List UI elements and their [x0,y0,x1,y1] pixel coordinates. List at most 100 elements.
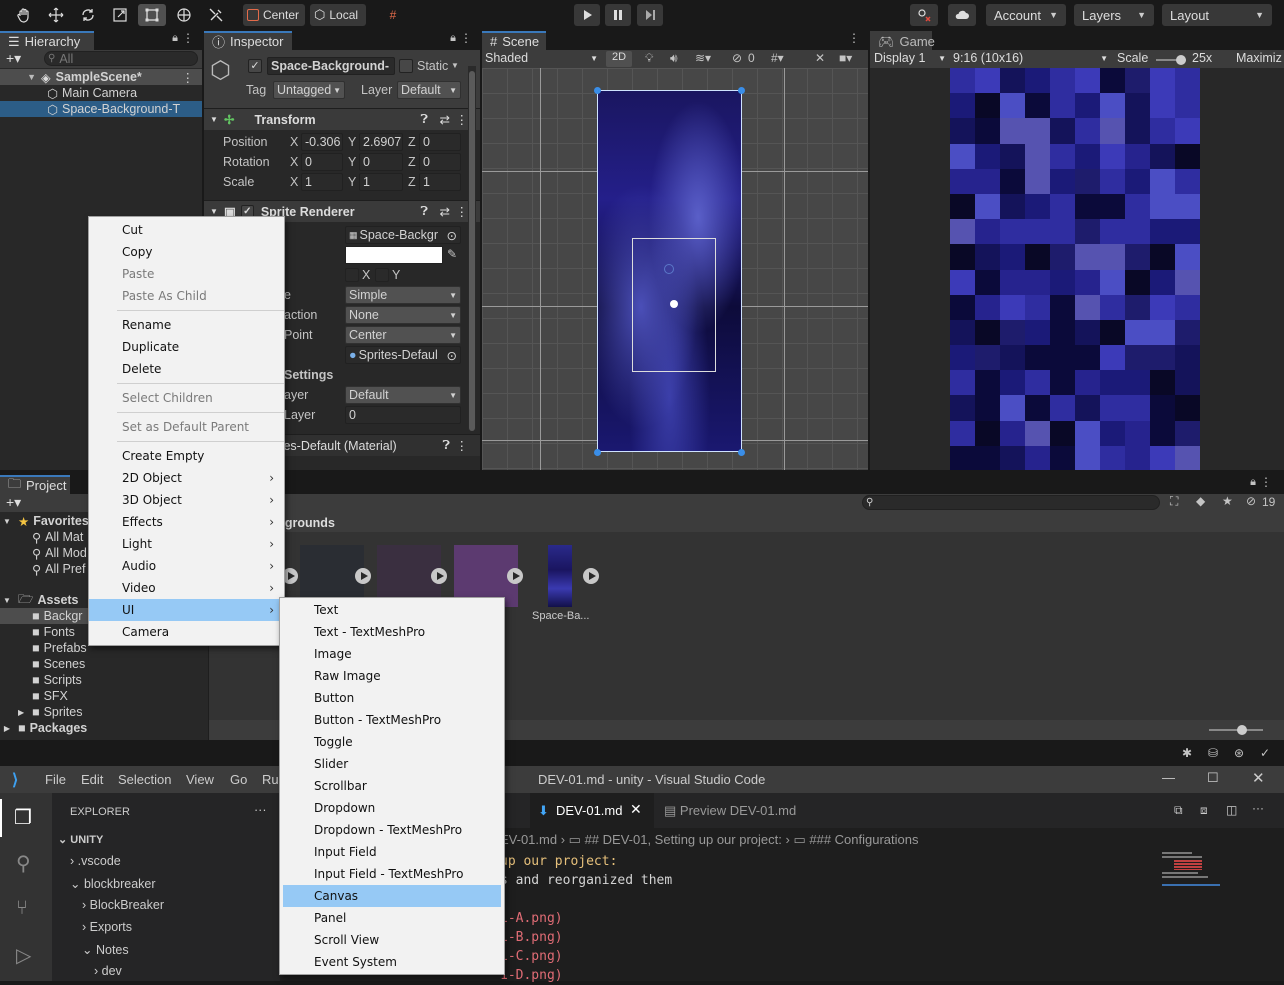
help-icon[interactable]: ❓︎ [420,204,428,219]
tab-game[interactable]: 🎮︎ Game [870,31,935,50]
filter-type-icon[interactable]: ⛶ [1170,494,1178,509]
context-menu-item-ui[interactable]: UI › [89,599,284,621]
ui-submenu-item-canvas[interactable]: Canvas [283,885,501,907]
tab-hierarchy[interactable]: ☰ Hierarchy [0,31,94,50]
debug-icon[interactable]: ✱ [1182,746,1192,760]
hierarchy-item-main-camera[interactable]: ⬡ Main Camera [0,85,202,101]
custom-tool-icon[interactable] [202,4,230,26]
breadcrumb-item[interactable]: EV-01.md [500,832,557,847]
kebab-menu-icon[interactable]: ⋮ [182,70,195,85]
breadcrumb-item[interactable]: ## DEV-01, Setting up our project: [585,832,782,847]
account-dropdown[interactable]: Account ▼ [986,4,1066,26]
game-viewport[interactable] [950,68,1200,470]
scale-x-field[interactable]: 1 [301,173,343,191]
maximize-toggle[interactable]: Maximiz [1236,51,1282,65]
kebab-menu-icon[interactable]: ⋮ [460,31,472,45]
resize-handle[interactable] [738,449,745,456]
lighting-icon[interactable]: 💡︎ [645,51,653,66]
ui-submenu-item-panel[interactable]: Panel [283,907,501,929]
more-actions-icon[interactable]: ··· [254,803,267,817]
ui-submenu-item-text[interactable]: Text [283,599,501,621]
hand-tool-icon[interactable] [10,4,38,26]
rotation-y-field[interactable]: 0 [359,153,403,171]
2d-toggle[interactable]: 2D [606,51,632,67]
flip-x-checkbox[interactable] [345,268,359,282]
ui-submenu-item-scrollbar[interactable]: Scrollbar [283,775,501,797]
cloud-icon[interactable] [948,4,976,26]
context-menu-item-rename[interactable]: Rename [89,314,284,336]
context-menu-item-audio[interactable]: Audio › [89,555,284,577]
scale-y-field[interactable]: 1 [359,173,403,191]
grid-snap-icon[interactable]: #▾ [771,51,784,65]
lock-icon[interactable]: 🔒︎ [172,32,178,45]
pivot-handle[interactable] [664,264,674,274]
play-preview-icon[interactable] [507,568,523,584]
play-preview-icon[interactable] [355,568,371,584]
transform-tool-icon[interactable] [170,4,198,26]
hidden-objects-icon[interactable]: ⊘ [732,51,742,65]
context-menu-item-duplicate[interactable]: Duplicate [89,336,284,358]
hierarchy-search-input[interactable]: ⚲ All [44,51,198,66]
aspect-dropdown[interactable]: 9:16 (10x16) ▼ [953,51,1108,65]
rect-tool-icon[interactable] [138,4,166,26]
grid-snap-icon[interactable]: # [380,4,406,26]
shading-dropdown[interactable]: Shaded ▼ [485,51,598,67]
scene-viewport[interactable] [482,68,868,470]
mask-interaction-dropdown[interactable]: None ▼ [345,306,461,324]
hidden-packages-icon[interactable]: ⊘ [1246,494,1256,508]
play-preview-icon[interactable] [431,568,447,584]
preview-side-icon[interactable]: ⧈ [1200,803,1208,818]
scrollbar-thumb[interactable] [469,71,475,431]
move-tool-icon[interactable] [42,4,70,26]
material-field[interactable]: ● Sprites-Defaul ⊙ [345,346,461,364]
breadcrumb-item[interactable]: ### Configurations [809,832,918,847]
ui-submenu-item-event-system[interactable]: Event System [283,951,501,973]
ui-submenu-item-image[interactable]: Image [283,643,501,665]
position-x-field[interactable]: -0.306 [301,133,343,151]
add-icon[interactable]: +▾ [6,50,21,67]
ui-submenu-item-scroll-view[interactable]: Scroll View [283,929,501,951]
folder-item[interactable]: ■ Scripts [0,672,208,688]
project-search-input[interactable]: ⚲ [862,495,1160,510]
run-debug-icon[interactable]: ▷ [16,943,31,968]
lock-icon[interactable]: 🔒︎ [450,32,456,45]
kebab-menu-icon[interactable]: ⋮ [456,438,469,453]
audio-icon[interactable]: 🔊︎ [670,51,678,66]
collab-icon[interactable] [910,4,938,26]
ui-submenu-item-raw-image[interactable]: Raw Image [283,665,501,687]
context-menu-item-3d-object[interactable]: 3D Object › [89,489,284,511]
context-menu-item-cut[interactable]: Cut [89,219,284,241]
preset-icon[interactable]: ⇄ [440,204,450,219]
ui-submenu-item-toggle[interactable]: Toggle [283,731,501,753]
pause-button[interactable] [605,4,631,26]
context-menu-item-copy[interactable]: Copy [89,241,284,263]
layer-dropdown[interactable]: Default ▼ [397,81,461,99]
ui-submenu-item-text-textmeshpro[interactable]: Text - TextMeshPro [283,621,501,643]
context-menu-item-camera[interactable]: Camera [89,621,284,643]
tab-dev-01[interactable]: ⬇ DEV-01.md ✕ [530,793,654,828]
layers-dropdown[interactable]: Layers ▼ [1074,4,1154,26]
preset-icon[interactable]: ⇄ [440,112,450,127]
zoom-slider[interactable] [1209,725,1263,735]
object-picker-icon[interactable]: ⊙ [447,228,457,243]
source-control-icon[interactable]: ⑂ [16,897,28,920]
minimize-icon[interactable]: — [1162,770,1175,785]
rotation-x-field[interactable]: 0 [301,153,343,171]
scene-row[interactable]: ▼ ◈ SampleScene* ⋮ [0,69,202,85]
code-editor[interactable]: up our project: s and reorganized them 1-A… [500,852,672,985]
hierarchy-item-space-background[interactable]: ⬡ Space-Background-T [0,101,202,117]
explorer-icon[interactable]: ❐ [14,805,32,830]
slider-thumb[interactable] [1176,55,1186,65]
menu-view[interactable]: View [186,772,214,787]
sprite-field[interactable]: ▦ Space-Backgr ⊙ [345,226,461,244]
database-icon[interactable]: ⛁ [1208,746,1218,760]
ui-submenu-item-input-field[interactable]: Input Field [283,841,501,863]
scale-z-field[interactable]: 1 [419,173,461,191]
help-icon[interactable]: ❓︎ [442,438,450,453]
scale-slider[interactable] [1156,55,1186,65]
star-icon[interactable]: ★ [1222,494,1233,508]
tab-project[interactable]: 🗀 Project [0,475,70,494]
tree-item[interactable]: › BlockBreaker [82,898,164,912]
ui-submenu-item-slider[interactable]: Slider [283,753,501,775]
minimap[interactable] [1162,850,1222,900]
